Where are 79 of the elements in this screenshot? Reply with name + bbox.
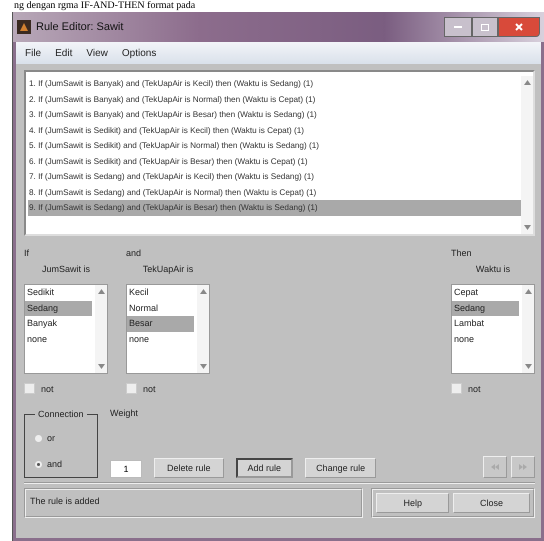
rule-item[interactable]: 9. If (JumSawit is Sedang) and (TekUapAir is Besar) then (Waktu is Sedang) (1) xyxy=(28,200,521,216)
scroll-down-icon[interactable] xyxy=(98,364,104,369)
scroll-down-icon[interactable] xyxy=(524,364,532,369)
menu-item[interactable]: Edit xyxy=(55,48,72,58)
close-dialog-button[interactable]: Close xyxy=(452,493,530,513)
rewind-icon xyxy=(491,464,499,470)
scroll-down-icon[interactable] xyxy=(524,225,530,230)
next-button[interactable] xyxy=(511,456,535,478)
weight-label: Weight xyxy=(110,408,139,418)
option-item[interactable]: Sedang xyxy=(452,300,519,316)
variable-label: TekUapAir is xyxy=(142,264,194,274)
weight-field[interactable]: 1 xyxy=(110,460,142,478)
scrollbar[interactable] xyxy=(521,76,533,234)
scrollbar[interactable] xyxy=(522,285,534,373)
column-heading: If xyxy=(24,248,30,258)
option-item[interactable]: Sedang xyxy=(25,300,92,316)
option-item[interactable]: none xyxy=(452,332,519,347)
rule-item[interactable]: 2. If (JumSawit is Banyak) and (TekUapAir is Normal) then (Waktu is Cepat) (1) xyxy=(28,92,521,107)
action-button[interactable]: Add rule xyxy=(236,458,294,478)
variable-label: JumSawit is xyxy=(42,264,90,274)
action-button[interactable]: Change rule xyxy=(305,458,376,478)
help-button[interactable]: Help xyxy=(376,493,449,513)
action-button[interactable]: Delete rule xyxy=(154,458,224,478)
radio-button[interactable] xyxy=(35,434,42,442)
fast-forward-icon xyxy=(519,464,527,470)
close-button[interactable] xyxy=(498,17,540,37)
option-item[interactable]: none xyxy=(25,332,92,347)
previous-button[interactable] xyxy=(483,456,507,478)
radio-label: or xyxy=(47,433,56,443)
not-checkbox[interactable] xyxy=(451,383,462,394)
window-title: Rule Editor: Sawit xyxy=(36,21,124,33)
not-checkbox[interactable] xyxy=(126,383,137,394)
column-heading: and xyxy=(126,248,142,258)
maximize-button[interactable] xyxy=(472,17,498,37)
app-icon xyxy=(17,20,31,34)
option-item[interactable]: Banyak xyxy=(25,316,92,332)
group-title: Connection xyxy=(35,409,87,419)
rule-list[interactable] xyxy=(24,70,535,236)
checkbox-label: not xyxy=(143,384,156,394)
radio-label: and xyxy=(47,459,62,469)
rule-item[interactable]: 8. If (JumSawit is Sedang) and (TekUapAir is Normal) then (Waktu is Cepat) (1) xyxy=(28,184,521,200)
not-checkbox[interactable] xyxy=(24,383,35,394)
scrollbar[interactable] xyxy=(197,285,209,373)
minimize-button[interactable] xyxy=(444,17,472,37)
menu-item[interactable]: Options xyxy=(122,48,156,58)
radio-button[interactable] xyxy=(35,460,42,468)
option-item[interactable]: Cepat xyxy=(452,285,519,300)
menu-item[interactable]: File xyxy=(25,48,42,58)
rule-item[interactable]: 4. If (JumSawit is Sedikit) and (TekUapAir is Kecil) then (Waktu is Cepat) (1) xyxy=(28,122,521,138)
scrollbar[interactable] xyxy=(95,285,107,373)
scroll-up-icon[interactable] xyxy=(524,289,532,294)
variable-label: Waktu is xyxy=(476,264,510,274)
rule-item[interactable]: 6. If (JumSawit is Sedikit) and (TekUapAir is Besar) then (Waktu is Cepat) (1) xyxy=(28,154,521,169)
scroll-up-icon[interactable] xyxy=(200,289,206,294)
scroll-down-icon[interactable] xyxy=(200,364,206,369)
maximize-icon xyxy=(481,24,489,30)
rule-item[interactable]: 3. If (JumSawit is Banyak) and (TekUapAir is Besar) then (Waktu is Sedang) (1) xyxy=(28,107,521,122)
option-list[interactable]: Kecil Normal Besar none xyxy=(126,284,210,374)
option-item[interactable]: Kecil xyxy=(127,285,194,300)
option-item[interactable]: Normal xyxy=(127,300,194,316)
rule-item[interactable]: 5. If (JumSawit is Sedikit) and (TekUapAir is Normal) then (Waktu is Sedang) (1) xyxy=(28,138,521,154)
status-text: The rule is added xyxy=(24,488,364,518)
option-item[interactable]: Sedikit xyxy=(25,285,92,300)
checkbox-label: not xyxy=(41,384,54,394)
option-item[interactable]: Besar xyxy=(127,316,194,332)
column-heading: Then xyxy=(451,248,472,258)
document-text: ng dengan rgma IF-AND-THEN format pada xyxy=(13,0,196,12)
scroll-up-icon[interactable] xyxy=(524,80,530,85)
option-list[interactable]: Cepat Sedang Lambat none xyxy=(451,284,535,374)
minimize-icon xyxy=(454,26,462,28)
checkbox-label: not xyxy=(468,384,481,394)
menu-item[interactable]: View xyxy=(86,48,108,58)
option-item[interactable]: none xyxy=(127,332,194,347)
rule-item[interactable]: 7. If (JumSawit is Sedang) and (TekUapAir is Kecil) then (Waktu is Sedang) (1) xyxy=(28,169,521,184)
scroll-up-icon[interactable] xyxy=(98,289,104,294)
rule-item[interactable]: 1. If (JumSawit is Banyak) and (TekUapAir is Kecil) then (Waktu is Sedang) (1) xyxy=(28,76,521,92)
option-item[interactable]: Lambat xyxy=(452,316,519,332)
option-list[interactable]: Sedikit Sedang Banyak none xyxy=(24,284,108,374)
close-icon xyxy=(515,23,523,31)
